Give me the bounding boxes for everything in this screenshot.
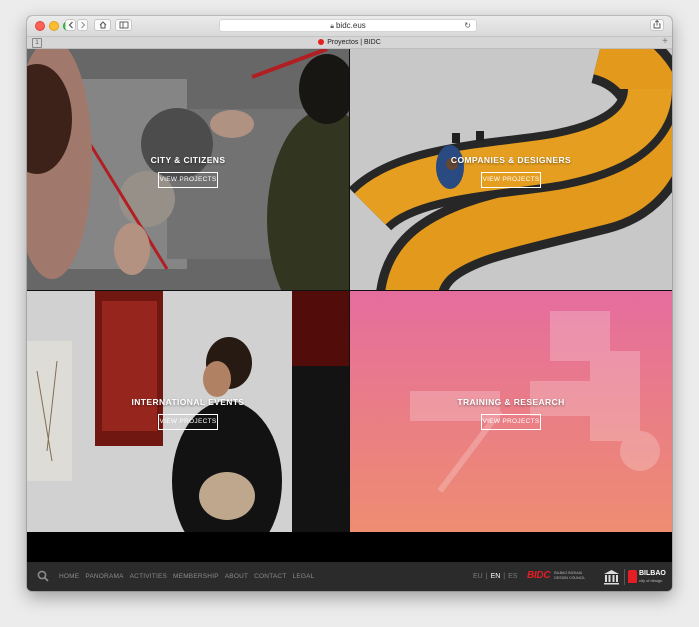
lang-separator: | (485, 573, 488, 580)
new-tab-button[interactable]: + (662, 36, 668, 47)
share-icon (653, 19, 661, 29)
bilbao-city-of-design-logo[interactable]: BILBAO city of design (628, 570, 666, 583)
footer-link-legal[interactable]: LEGAL (293, 573, 315, 580)
content-bottom-band (27, 532, 672, 562)
tile-companies-designers[interactable]: COMPANIES & DESIGNERS VIEW PROJECTS (350, 49, 672, 290)
footer-link-activities[interactable]: ACTIVITIES (130, 573, 167, 580)
lock-icon: 🔒︎ (330, 23, 334, 30)
tile-city-citizens[interactable]: CITY & CITIZENS VIEW PROJECTS (27, 49, 349, 290)
sidebar-icon (119, 21, 128, 29)
footer-link-panorama[interactable]: PANORAMA (85, 573, 123, 580)
tile-training-research[interactable]: TRAINING & RESEARCH VIEW PROJECTS (350, 291, 672, 532)
training-research-photo (410, 311, 660, 493)
browser-window: 🔒︎ bidc.eus ↻ 1 Proyectos | BIDC + CITY … (27, 16, 672, 591)
bilbao-logo-subtitle: city of design (639, 578, 663, 583)
sidebar-button[interactable] (115, 19, 132, 31)
tile-title: INTERNATIONAL EVENTS (131, 397, 245, 407)
search-icon[interactable] (37, 570, 49, 582)
project-categories-grid: CITY & CITIZENS VIEW PROJECTS COMPANIES … (27, 49, 672, 532)
lang-separator: | (503, 573, 506, 580)
lang-es[interactable]: ES (508, 573, 517, 580)
minimize-window-button[interactable] (49, 21, 59, 31)
address-text: bidc.eus (335, 21, 366, 30)
tile-overlay (27, 291, 349, 532)
lang-en[interactable]: EN (491, 573, 501, 580)
footer-link-membership[interactable]: MEMBERSHIP (173, 573, 219, 580)
footer-divider (624, 569, 625, 585)
chevron-right-icon (80, 21, 85, 29)
footer-nav: HOME PANORAMA ACTIVITIES MEMBERSHIP ABOU… (59, 562, 314, 591)
bidc-logo[interactable]: BIDC BILBAO BIZKAIA DESIGN COUNCIL (527, 570, 588, 581)
bilbao-mark-icon (628, 570, 637, 583)
language-switcher: EU | EN | ES (473, 562, 517, 591)
tile-title: CITY & CITIZENS (150, 155, 226, 165)
footer-link-contact[interactable]: CONTACT (254, 573, 286, 580)
close-window-button[interactable] (35, 21, 45, 31)
tile-title: TRAINING & RESEARCH (457, 397, 565, 407)
tab-title-text: Proyectos | BIDC (327, 39, 381, 46)
site-footer: HOME PANORAMA ACTIVITIES MEMBERSHIP ABOU… (27, 562, 672, 591)
bidc-logo-subtitle: BILBAO BIZKAIA DESIGN COUNCIL (554, 571, 586, 580)
footer-link-home[interactable]: HOME (59, 573, 79, 580)
view-projects-button[interactable]: VIEW PROJECTS (158, 414, 218, 430)
bidc-logo-word: BIDC (527, 570, 551, 581)
back-button[interactable] (65, 19, 76, 31)
address-bar[interactable]: 🔒︎ bidc.eus ↻ (219, 19, 477, 32)
unesco-temple-icon[interactable] (603, 569, 620, 585)
browser-toolbar: 🔒︎ bidc.eus ↻ (27, 16, 672, 36)
active-tab[interactable]: Proyectos | BIDC (27, 37, 672, 48)
tile-overlay (27, 49, 349, 290)
chevron-left-icon (68, 21, 73, 29)
footer-link-about[interactable]: ABOUT (225, 573, 248, 580)
home-button[interactable] (94, 19, 111, 31)
tile-title: COMPANIES & DESIGNERS (450, 155, 572, 165)
tile-overlay (350, 49, 672, 290)
tile-international-events[interactable]: INTERNATIONAL EVENTS VIEW PROJECTS (27, 291, 349, 532)
view-projects-button[interactable]: VIEW PROJECTS (481, 414, 541, 430)
view-projects-button[interactable]: VIEW PROJECTS (158, 172, 218, 188)
view-projects-button[interactable]: VIEW PROJECTS (481, 172, 541, 188)
forward-button[interactable] (77, 19, 88, 31)
home-icon (99, 21, 106, 29)
lang-eu[interactable]: EU (473, 573, 483, 580)
tab-bar: 1 Proyectos | BIDC + (27, 36, 672, 49)
reload-icon[interactable]: ↻ (464, 20, 471, 31)
share-button[interactable] (650, 19, 664, 31)
favicon-icon (318, 39, 325, 45)
bilbao-logo-word: BILBAO (639, 570, 666, 577)
